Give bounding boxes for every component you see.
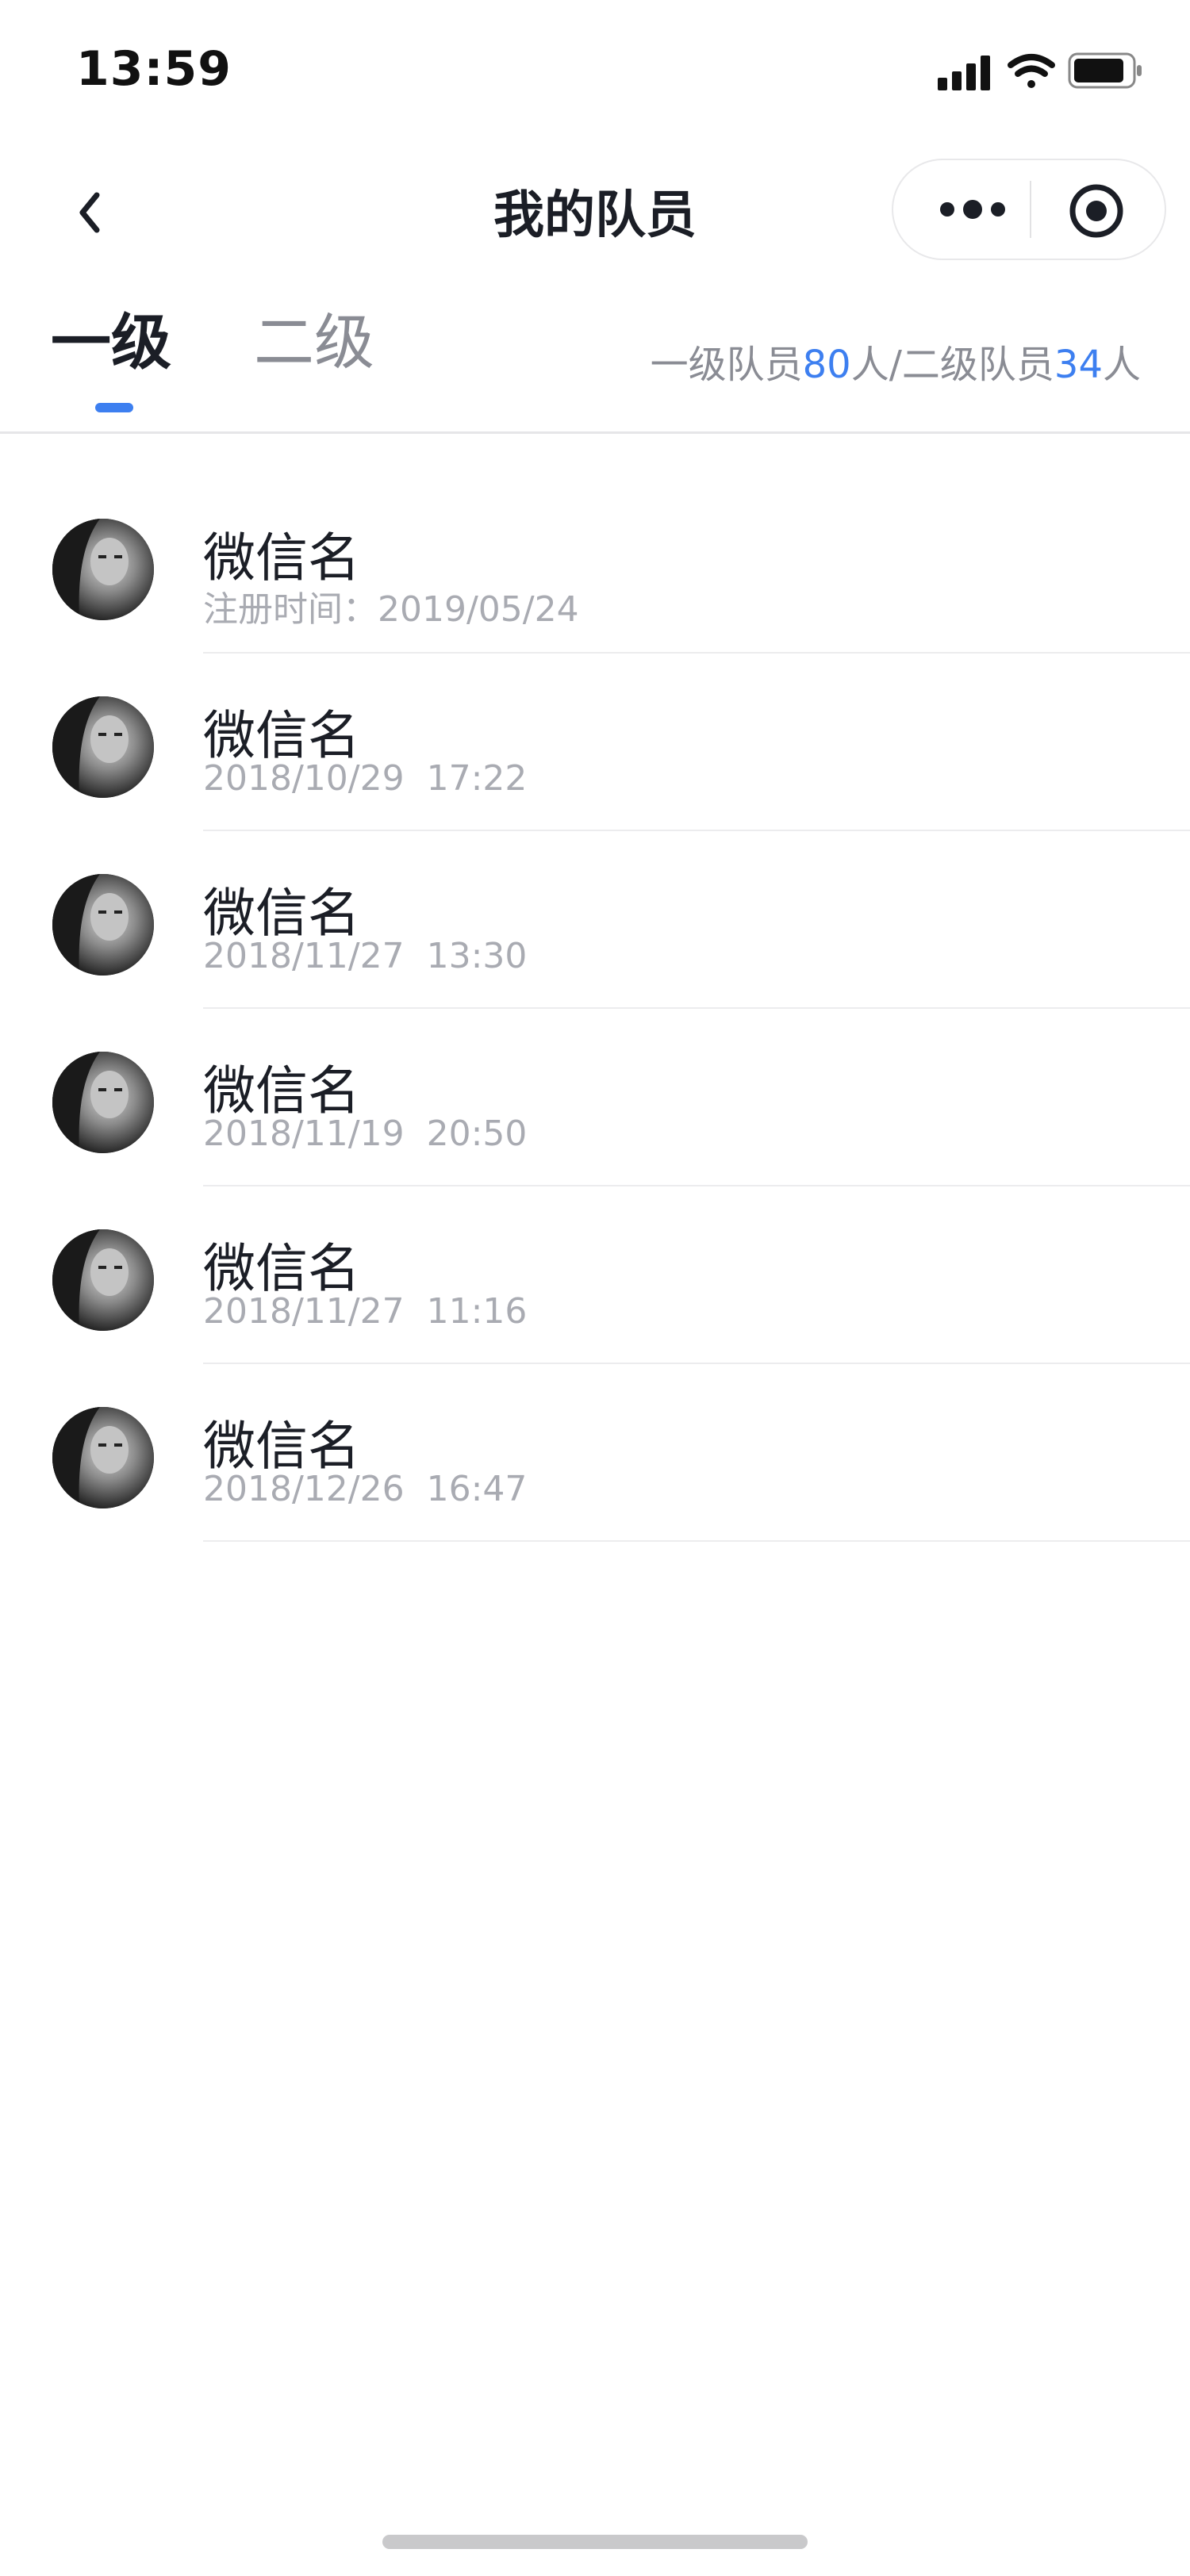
member-date-text: 注册时间：2019/05/24 <box>203 589 579 630</box>
wifi-icon <box>1008 54 1055 88</box>
active-tab-indicator <box>95 403 133 412</box>
member-date: 2018/12/26 16:47 <box>203 1469 527 1509</box>
member-date: 2018/11/27 13:30 <box>203 936 527 976</box>
list-item[interactable]: 微信名 2018/10/29 17:22 <box>0 654 1190 831</box>
avatar <box>52 1052 154 1153</box>
stats-count-2: 34 <box>1054 343 1103 387</box>
capsule-divider <box>1030 181 1031 238</box>
list-item[interactable]: 微信名 2018/11/27 13:30 <box>0 831 1190 1009</box>
list-item[interactable]: 微信名 2018/11/27 11:16 <box>0 1186 1190 1364</box>
more-dots-icon <box>940 200 1005 219</box>
member-time-text: 17:22 <box>426 758 528 799</box>
avatar <box>52 1229 154 1331</box>
member-list: 微信名 注册时间：2019/05/24 微信名 2018/10/29 17:22 … <box>0 476 1190 1542</box>
stats-prefix-1: 一级队员 <box>650 343 803 387</box>
status-time: 13:59 <box>76 41 232 97</box>
tab-level-1[interactable]: 一级 <box>51 312 171 373</box>
battery-icon <box>1068 52 1142 89</box>
member-time-text: 13:30 <box>426 936 528 976</box>
status-bar: 13:59 <box>0 0 1190 140</box>
member-date: 注册时间：2019/05/24 <box>203 581 579 631</box>
avatar <box>52 519 154 620</box>
stats-count-1: 80 <box>802 343 851 387</box>
member-date-text: 2018/11/27 <box>203 936 405 976</box>
avatar <box>52 696 154 798</box>
mini-program-capsule <box>892 159 1166 260</box>
member-date-text: 2018/11/27 <box>203 1291 405 1332</box>
target-close-icon <box>1069 184 1123 238</box>
member-date: 2018/11/27 11:16 <box>203 1291 527 1332</box>
member-date-text: 2018/12/26 <box>203 1469 405 1509</box>
list-item[interactable]: 微信名 2018/12/26 16:47 <box>0 1364 1190 1542</box>
member-date: 2018/11/19 20:50 <box>203 1114 527 1154</box>
stats-separator: / <box>889 343 902 387</box>
member-date-text: 2018/11/19 <box>203 1114 405 1154</box>
stats-unit-1: 人 <box>850 343 889 387</box>
member-time-text: 20:50 <box>426 1114 528 1154</box>
member-time-text: 16:47 <box>426 1469 528 1509</box>
tabs-divider <box>0 431 1190 434</box>
close-button[interactable] <box>1065 179 1128 243</box>
member-time-text: 11:16 <box>426 1291 528 1332</box>
stats-unit-2: 人 <box>1102 343 1141 387</box>
member-date-text: 2018/10/29 <box>203 758 405 799</box>
row-divider <box>203 1540 1190 1542</box>
signal-icon <box>938 56 990 90</box>
list-item[interactable]: 微信名 注册时间：2019/05/24 <box>0 476 1190 654</box>
home-indicator <box>382 2535 808 2549</box>
avatar <box>52 874 154 976</box>
status-icons <box>938 49 1144 94</box>
level-tabs: 一级 二级 一级队员80人/二级队员34人 <box>0 282 1190 433</box>
more-button[interactable] <box>930 186 1017 233</box>
list-item[interactable]: 微信名 2018/11/19 20:50 <box>0 1009 1190 1186</box>
nav-bar: 我的队员 <box>0 140 1190 282</box>
avatar <box>52 1407 154 1508</box>
member-date: 2018/10/29 17:22 <box>203 758 527 799</box>
stats-prefix-2: 二级队员 <box>901 343 1054 387</box>
member-stats: 一级队员80人/二级队员34人 <box>651 333 1141 389</box>
tab-level-2[interactable]: 二级 <box>254 312 374 373</box>
